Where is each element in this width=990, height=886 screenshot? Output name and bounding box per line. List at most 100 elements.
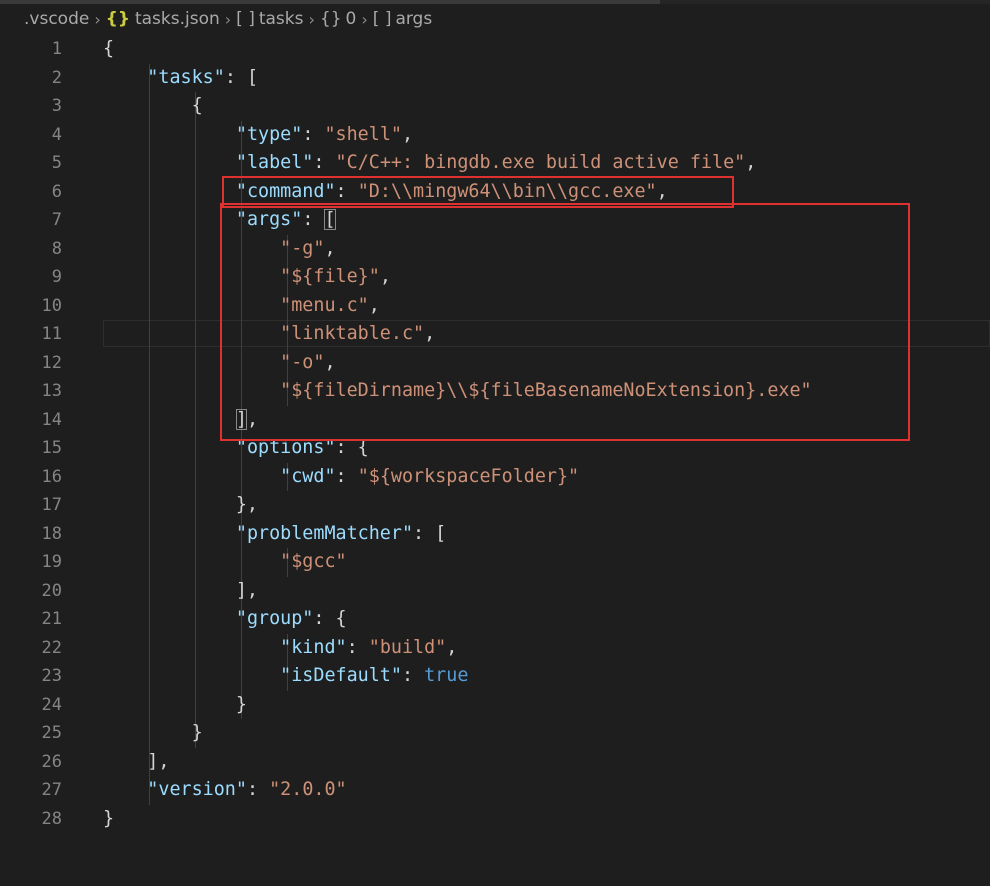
- code-token: "$gcc": [280, 551, 347, 572]
- code-token: "2.0.0": [269, 779, 347, 800]
- code-line[interactable]: "type": "shell",: [103, 121, 413, 150]
- breadcrumb: .vscode ›{} tasks.json ›[ ] tasks ›{} 0 ›[ ] arg…: [24, 6, 432, 32]
- line-number: 20: [41, 580, 62, 601]
- chevron-right-icon: ›: [224, 9, 232, 29]
- line-number: 12: [41, 352, 62, 373]
- line-number: 18: [41, 523, 62, 544]
- code-token: :: [335, 465, 358, 487]
- line-number: 7: [51, 210, 62, 230]
- breadcrumb-item[interactable]: [ ] args: [373, 9, 432, 29]
- array-brackets-icon: [ ]: [236, 9, 255, 29]
- code-line[interactable]: }: [103, 691, 247, 720]
- code-editor[interactable]: 1 2 3 4 5 6 7 8 9 10 11 12 13 14 15 16 17 18 19 20 21 22 23 24 2…: [0, 35, 990, 886]
- breadcrumb-label: args: [395, 9, 433, 29]
- code-token: "cwd": [280, 465, 336, 487]
- code-token: ],: [103, 579, 259, 601]
- code-line[interactable]: "tasks": [: [103, 64, 258, 93]
- breadcrumb-item[interactable]: {} tasks.json: [106, 9, 220, 29]
- code-line[interactable]: "problemMatcher": [: [103, 520, 446, 549]
- line-number: 25: [41, 723, 62, 743]
- code-token: :: [246, 779, 270, 800]
- code-line[interactable]: ],: [103, 577, 258, 606]
- line-number: 17: [41, 495, 62, 515]
- code-token: "problemMatcher": [235, 522, 414, 544]
- code-token: :: [401, 665, 425, 686]
- code-token: "group": [235, 608, 314, 629]
- line-number: 26: [41, 751, 62, 772]
- breadcrumb-label: 0: [345, 9, 357, 29]
- code-token: :: [302, 123, 325, 145]
- code-line[interactable]: "isDefault": true: [103, 662, 468, 691]
- line-number: 2: [51, 67, 62, 88]
- line-number: 22: [41, 637, 62, 658]
- line-number: 6: [51, 181, 62, 202]
- code-line[interactable]: ],: [103, 748, 169, 777]
- line-number: 21: [41, 609, 62, 629]
- code-token: "label": [235, 152, 314, 173]
- line-number: 23: [41, 666, 62, 686]
- line-number: 9: [51, 267, 62, 287]
- code-line[interactable]: }: [103, 719, 203, 748]
- code-token: true: [424, 665, 469, 686]
- code-line[interactable]: "cwd": "${workspaceFolder}": [103, 463, 579, 492]
- line-number: 15: [41, 438, 62, 458]
- json-braces-icon: {}: [319, 9, 342, 29]
- code-token: }: [103, 693, 247, 715]
- code-token: ,: [401, 123, 414, 145]
- line-number: 28: [41, 808, 62, 829]
- code-line[interactable]: },: [103, 491, 258, 520]
- chevron-right-icon: ›: [308, 9, 315, 29]
- json-braces-icon: {}: [105, 9, 130, 29]
- code-line[interactable]: {: [103, 35, 114, 64]
- line-number: 24: [41, 694, 62, 715]
- code-token: "version": [147, 779, 247, 800]
- code-token: :: [313, 152, 336, 173]
- code-token: {: [103, 38, 115, 59]
- array-brackets-icon: [ ]: [372, 9, 392, 29]
- code-line[interactable]: "version": "2.0.0": [103, 776, 347, 805]
- code-line[interactable]: "$gcc": [103, 548, 347, 577]
- code-line[interactable]: "group": {: [103, 605, 347, 634]
- code-line[interactable]: }: [103, 805, 114, 834]
- code-line[interactable]: "label": "C/C++: bingdb.exe build active…: [103, 149, 756, 178]
- code-token: "C/C++: bingdb.exe build active file": [335, 152, 746, 173]
- code-token: "shell": [324, 123, 402, 145]
- breadcrumb-item[interactable]: {} 0: [320, 9, 356, 29]
- breadcrumb-label: tasks.json: [134, 9, 220, 29]
- chevron-right-icon: ›: [361, 9, 368, 29]
- line-number: 11: [41, 324, 62, 344]
- code-token: }: [103, 722, 203, 743]
- line-number: 5: [51, 153, 62, 173]
- code-token: "type": [235, 123, 303, 145]
- breadcrumb-label: .vscode: [24, 9, 90, 29]
- breadcrumb-label: tasks: [258, 9, 304, 29]
- breadcrumb-item[interactable]: [ ] tasks: [236, 9, 303, 29]
- code-token: : [: [413, 522, 447, 544]
- code-token: {: [103, 95, 203, 116]
- code-token: "isDefault": [280, 665, 402, 686]
- line-number: 13: [41, 381, 62, 401]
- line-number: 10: [41, 295, 62, 316]
- code-token: "build": [368, 636, 447, 658]
- code-token: ],: [103, 750, 170, 772]
- line-number: 14: [41, 409, 62, 430]
- breadcrumb-item[interactable]: .vscode: [24, 9, 89, 29]
- title-bar-strip: [0, 0, 990, 4]
- code-line[interactable]: "kind": "build",: [103, 634, 457, 663]
- code-token: : [: [224, 66, 259, 88]
- line-number: 3: [51, 96, 62, 116]
- code-token: : {: [313, 608, 347, 629]
- code-token: "${workspaceFolder}": [357, 465, 580, 487]
- line-number: 27: [41, 780, 62, 800]
- code-line[interactable]: {: [103, 92, 203, 121]
